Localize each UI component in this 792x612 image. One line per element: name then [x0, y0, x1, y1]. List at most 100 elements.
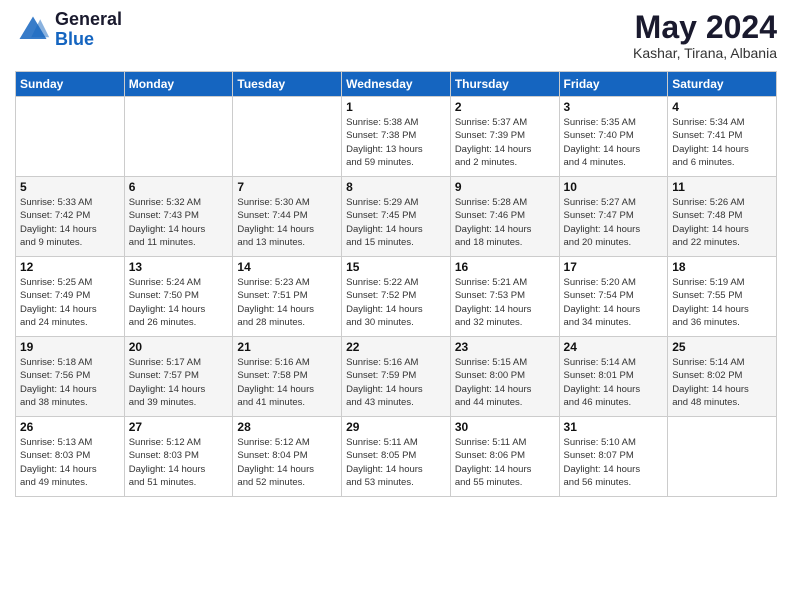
- day-info: Sunrise: 5:38 AMSunset: 7:38 PMDaylight:…: [346, 116, 446, 169]
- calendar-cell: 23 Sunrise: 5:15 AMSunset: 8:00 PMDayligh…: [450, 337, 559, 417]
- day-number: 4: [672, 100, 772, 114]
- day-info: Sunrise: 5:10 AMSunset: 8:07 PMDaylight:…: [564, 436, 664, 489]
- day-number: 1: [346, 100, 446, 114]
- calendar-cell: [233, 97, 342, 177]
- day-number: 9: [455, 180, 555, 194]
- day-number: 14: [237, 260, 337, 274]
- col-thursday: Thursday: [450, 72, 559, 97]
- day-number: 3: [564, 100, 664, 114]
- calendar-cell: 2 Sunrise: 5:37 AMSunset: 7:39 PMDaylight…: [450, 97, 559, 177]
- calendar-cell: 9 Sunrise: 5:28 AMSunset: 7:46 PMDaylight…: [450, 177, 559, 257]
- location: Kashar, Tirana, Albania: [633, 45, 777, 61]
- day-number: 17: [564, 260, 664, 274]
- day-number: 2: [455, 100, 555, 114]
- calendar-cell: 15Sunrise: 5:22 AMSunset: 7:52 PMDayligh…: [342, 257, 451, 337]
- day-info: Sunrise: 5:16 AMSunset: 7:59 PMDaylight:…: [346, 356, 446, 409]
- col-monday: Monday: [124, 72, 233, 97]
- day-number: 23: [455, 340, 555, 354]
- col-friday: Friday: [559, 72, 668, 97]
- calendar-body: 1 Sunrise: 5:38 AMSunset: 7:38 PMDaylight…: [16, 97, 777, 497]
- day-number: 30: [455, 420, 555, 434]
- month-title: May 2024: [633, 10, 777, 45]
- calendar-cell: 5Sunrise: 5:33 AMSunset: 7:42 PMDaylight…: [16, 177, 125, 257]
- calendar-cell: 11Sunrise: 5:26 AMSunset: 7:48 PMDayligh…: [668, 177, 777, 257]
- day-info: Sunrise: 5:37 AMSunset: 7:39 PMDaylight:…: [455, 116, 555, 169]
- day-number: 21: [237, 340, 337, 354]
- calendar-cell: 4 Sunrise: 5:34 AMSunset: 7:41 PMDaylight…: [668, 97, 777, 177]
- calendar-cell: 18 Sunrise: 5:19 AMSunset: 7:55 PMDayligh…: [668, 257, 777, 337]
- calendar-table: Sunday Monday Tuesday Wednesday Thursday…: [15, 71, 777, 497]
- calendar-cell: [124, 97, 233, 177]
- col-tuesday: Tuesday: [233, 72, 342, 97]
- day-number: 15: [346, 260, 446, 274]
- day-number: 29: [346, 420, 446, 434]
- calendar-cell: 17 Sunrise: 5:20 AMSunset: 7:54 PMDayligh…: [559, 257, 668, 337]
- day-info: Sunrise: 5:14 AMSunset: 8:02 PMDaylight:…: [672, 356, 772, 409]
- calendar-header: Sunday Monday Tuesday Wednesday Thursday…: [16, 72, 777, 97]
- day-info: Sunrise: 5:12 AMSunset: 8:03 PMDaylight:…: [129, 436, 229, 489]
- calendar-cell: 14 Sunrise: 5:23 AMSunset: 7:51 PMDayligh…: [233, 257, 342, 337]
- calendar-page: General Blue May 2024 Kashar, Tirana, Al…: [0, 0, 792, 612]
- day-info: Sunrise: 5:11 AMSunset: 8:06 PMDaylight:…: [455, 436, 555, 489]
- calendar-week-4: 19 Sunrise: 5:18 AMSunset: 7:56 PMDayligh…: [16, 337, 777, 417]
- day-number: 19: [20, 340, 120, 354]
- day-info: Sunrise: 5:15 AMSunset: 8:00 PMDaylight:…: [455, 356, 555, 409]
- calendar-cell: 30 Sunrise: 5:11 AMSunset: 8:06 PMDayligh…: [450, 417, 559, 497]
- col-wednesday: Wednesday: [342, 72, 451, 97]
- day-info: Sunrise: 5:35 AMSunset: 7:40 PMDaylight:…: [564, 116, 664, 169]
- day-info: Sunrise: 5:16 AMSunset: 7:58 PMDaylight:…: [237, 356, 337, 409]
- col-saturday: Saturday: [668, 72, 777, 97]
- day-info: Sunrise: 5:14 AMSunset: 8:01 PMDaylight:…: [564, 356, 664, 409]
- day-info: Sunrise: 5:30 AMSunset: 7:44 PMDaylight:…: [237, 196, 337, 249]
- day-info: Sunrise: 5:12 AMSunset: 8:04 PMDaylight:…: [237, 436, 337, 489]
- calendar-cell: 3 Sunrise: 5:35 AMSunset: 7:40 PMDaylight…: [559, 97, 668, 177]
- day-number: 27: [129, 420, 229, 434]
- day-info: Sunrise: 5:20 AMSunset: 7:54 PMDaylight:…: [564, 276, 664, 329]
- day-info: Sunrise: 5:18 AMSunset: 7:56 PMDaylight:…: [20, 356, 120, 409]
- day-info: Sunrise: 5:11 AMSunset: 8:05 PMDaylight:…: [346, 436, 446, 489]
- calendar-cell: 22 Sunrise: 5:16 AMSunset: 7:59 PMDayligh…: [342, 337, 451, 417]
- day-number: 18: [672, 260, 772, 274]
- calendar-cell: 12 Sunrise: 5:25 AMSunset: 7:49 PMDayligh…: [16, 257, 125, 337]
- day-number: 6: [129, 180, 229, 194]
- calendar-week-5: 26Sunrise: 5:13 AMSunset: 8:03 PMDayligh…: [16, 417, 777, 497]
- day-info: Sunrise: 5:32 AMSunset: 7:43 PMDaylight:…: [129, 196, 229, 249]
- day-info: Sunrise: 5:28 AMSunset: 7:46 PMDaylight:…: [455, 196, 555, 249]
- calendar-cell: 25 Sunrise: 5:14 AMSunset: 8:02 PMDayligh…: [668, 337, 777, 417]
- day-info: Sunrise: 5:21 AMSunset: 7:53 PMDaylight:…: [455, 276, 555, 329]
- day-info: Sunrise: 5:33 AMSunset: 7:42 PMDaylight:…: [20, 196, 120, 249]
- day-info: Sunrise: 5:13 AMSunset: 8:03 PMDaylight:…: [20, 436, 120, 489]
- day-info: Sunrise: 5:24 AMSunset: 7:50 PMDaylight:…: [129, 276, 229, 329]
- header-row: Sunday Monday Tuesday Wednesday Thursday…: [16, 72, 777, 97]
- calendar-cell: 31Sunrise: 5:10 AMSunset: 8:07 PMDayligh…: [559, 417, 668, 497]
- calendar-week-3: 12 Sunrise: 5:25 AMSunset: 7:49 PMDayligh…: [16, 257, 777, 337]
- calendar-week-1: 1 Sunrise: 5:38 AMSunset: 7:38 PMDaylight…: [16, 97, 777, 177]
- day-number: 11: [672, 180, 772, 194]
- day-info: Sunrise: 5:19 AMSunset: 7:55 PMDaylight:…: [672, 276, 772, 329]
- day-number: 25: [672, 340, 772, 354]
- calendar-cell: 20Sunrise: 5:17 AMSunset: 7:57 PMDayligh…: [124, 337, 233, 417]
- day-info: Sunrise: 5:27 AMSunset: 7:47 PMDaylight:…: [564, 196, 664, 249]
- calendar-cell: 6 Sunrise: 5:32 AMSunset: 7:43 PMDaylight…: [124, 177, 233, 257]
- calendar-cell: 24Sunrise: 5:14 AMSunset: 8:01 PMDayligh…: [559, 337, 668, 417]
- calendar-cell: 29 Sunrise: 5:11 AMSunset: 8:05 PMDayligh…: [342, 417, 451, 497]
- day-number: 13: [129, 260, 229, 274]
- calendar-cell: 27 Sunrise: 5:12 AMSunset: 8:03 PMDayligh…: [124, 417, 233, 497]
- day-number: 10: [564, 180, 664, 194]
- day-number: 28: [237, 420, 337, 434]
- calendar-cell: 7Sunrise: 5:30 AMSunset: 7:44 PMDaylight…: [233, 177, 342, 257]
- title-block: May 2024 Kashar, Tirana, Albania: [633, 10, 777, 61]
- day-info: Sunrise: 5:34 AMSunset: 7:41 PMDaylight:…: [672, 116, 772, 169]
- calendar-cell: 21 Sunrise: 5:16 AMSunset: 7:58 PMDayligh…: [233, 337, 342, 417]
- calendar-cell: 19 Sunrise: 5:18 AMSunset: 7:56 PMDayligh…: [16, 337, 125, 417]
- calendar-cell: 26Sunrise: 5:13 AMSunset: 8:03 PMDayligh…: [16, 417, 125, 497]
- logo-blue: Blue: [55, 29, 94, 49]
- calendar-cell: 16Sunrise: 5:21 AMSunset: 7:53 PMDayligh…: [450, 257, 559, 337]
- calendar-cell: 1 Sunrise: 5:38 AMSunset: 7:38 PMDaylight…: [342, 97, 451, 177]
- day-number: 22: [346, 340, 446, 354]
- day-info: Sunrise: 5:25 AMSunset: 7:49 PMDaylight:…: [20, 276, 120, 329]
- day-number: 12: [20, 260, 120, 274]
- day-info: Sunrise: 5:23 AMSunset: 7:51 PMDaylight:…: [237, 276, 337, 329]
- calendar-cell: 10 Sunrise: 5:27 AMSunset: 7:47 PMDayligh…: [559, 177, 668, 257]
- header: General Blue May 2024 Kashar, Tirana, Al…: [15, 10, 777, 61]
